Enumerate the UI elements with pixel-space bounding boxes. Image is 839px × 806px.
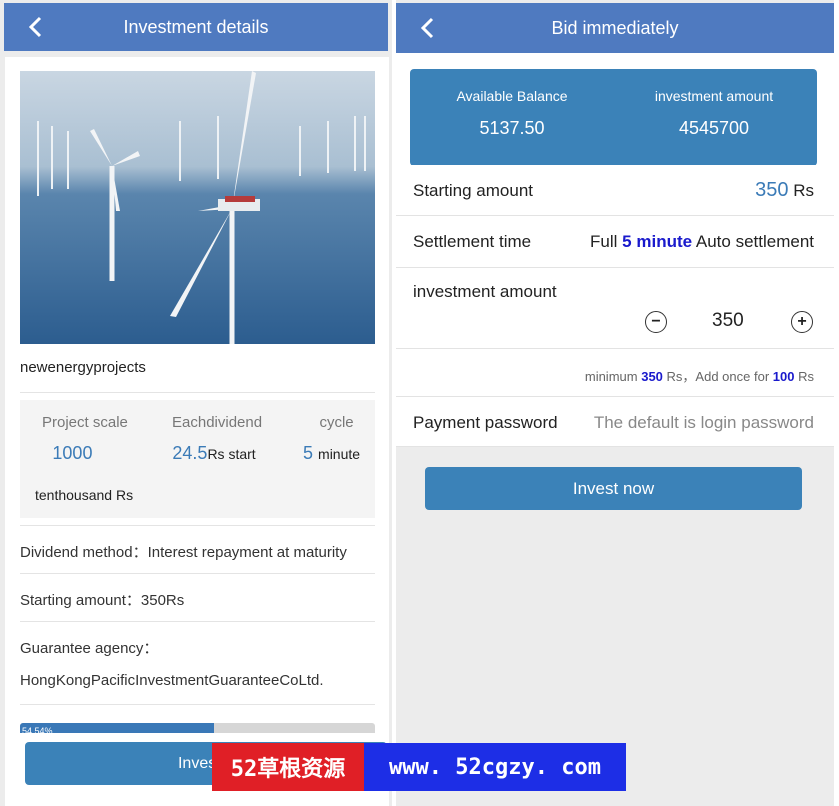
investment-amount-row: investment amount − 350 + [396, 268, 834, 349]
divider [20, 392, 375, 393]
minimum-note-row: minimum 350 Rs，Add once for 100 Rs [396, 349, 834, 397]
each-dividend: Eachdividend 24.5Rs start [172, 414, 263, 463]
available-balance: Available Balance 5137.50 [456, 88, 568, 138]
back-arrow-icon[interactable] [418, 16, 438, 40]
project-scale: Project scale 1000 [42, 414, 128, 463]
divider [20, 704, 375, 705]
password-input[interactable]: The default is login password [594, 413, 814, 433]
divider [20, 525, 375, 526]
project-stats: Project scale 1000 tenthousand Rs Eachdi… [20, 400, 375, 518]
minimum-note: minimum 350 Rs，Add once for 100 Rs [584, 369, 814, 384]
project-card: newenergyprojects Project scale 1000 ten… [5, 57, 389, 806]
divider [20, 621, 375, 622]
divider [20, 573, 375, 574]
back-arrow-icon[interactable] [26, 15, 46, 39]
invest-now-button[interactable]: Invest now [425, 467, 802, 510]
wind-turbine-image [20, 71, 375, 344]
balance-section: Available Balance 5137.50 investment amo… [396, 53, 834, 166]
header-bar: Investment details [4, 3, 388, 51]
starting-amount-row: Starting amount 350 Rs [396, 165, 834, 216]
watermark-url: www. 52cgzy. com [364, 743, 626, 791]
page-title: Bid immediately [551, 17, 679, 38]
guarantee-agency: HongKongPacificInvestmentGuaranteeCoLtd. [20, 672, 324, 689]
settlement-row: Settlement time Full 5 minute Auto settl… [396, 216, 834, 268]
project-name: newenergyprojects [20, 359, 146, 376]
decrease-button[interactable]: − [645, 311, 667, 333]
guarantee-label: Guarantee agency： [20, 640, 159, 657]
bid-panel: Bid immediately Available Balance 5137.5… [396, 0, 834, 806]
header-bar: Bid immediately [396, 3, 834, 53]
amount-value[interactable]: 350 [712, 310, 744, 332]
investment-total: investment amount 4545700 [654, 88, 774, 138]
watermark-cn: 52草根资源 [212, 743, 364, 791]
dividend-method: Dividend method：Interest repayment at ma… [20, 544, 347, 561]
cycle: cycle 5 minute [303, 414, 361, 463]
starting-amount: Starting amount：350Rs [20, 592, 185, 609]
increase-button[interactable]: + [791, 311, 813, 333]
balance-card: Available Balance 5137.50 investment amo… [410, 69, 817, 166]
watermark-banner: 52草根资源 www. 52cgzy. com [212, 743, 626, 791]
page-title: Investment details [123, 16, 269, 37]
investment-details-panel: Investment details newenergyprojects Pro… [0, 0, 392, 806]
password-row: Payment password The default is login pa… [396, 397, 834, 447]
scale-unit: tenthousand Rs [35, 487, 134, 503]
